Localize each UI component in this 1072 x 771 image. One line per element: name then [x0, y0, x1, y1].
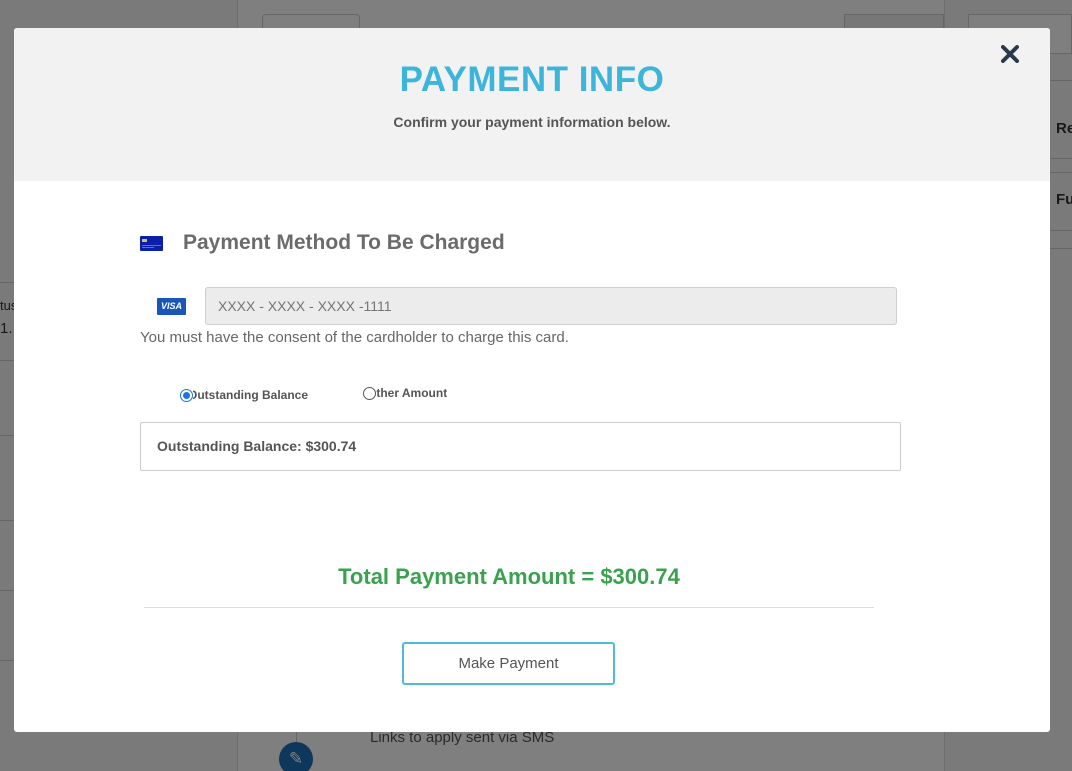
radio-button[interactable] [180, 388, 193, 402]
payment-info-modal: PAYMENT INFO Confirm your payment inform… [14, 28, 1050, 732]
card-number-field[interactable] [205, 287, 897, 325]
modal-title: PAYMENT INFO [399, 60, 665, 99]
make-payment-button[interactable]: Make Payment [402, 642, 615, 685]
divider [144, 607, 874, 608]
radio-label: Outstanding Balance [193, 388, 309, 402]
radio-outstanding-balance[interactable]: Outstanding Balance [180, 388, 308, 402]
radio-other-amount[interactable]: Other Amount [363, 386, 447, 400]
radio-button[interactable] [363, 386, 376, 400]
close-button[interactable] [997, 41, 1023, 67]
credit-card-icon [140, 235, 163, 251]
section-title: Payment Method To Be Charged [183, 231, 505, 254]
modal-header: PAYMENT INFO Confirm your payment inform… [14, 28, 1050, 181]
radio-label: Other Amount [376, 386, 448, 400]
total-payment-amount: Total Payment Amount = $300.74 [338, 564, 680, 589]
close-icon [1001, 45, 1019, 63]
outstanding-balance-display: Outstanding Balance: $300.74 [140, 422, 901, 471]
payment-method-heading: Payment Method To Be Charged [140, 230, 505, 256]
visa-icon: VISA [157, 298, 186, 315]
consent-notice: You must have the consent of the cardhol… [140, 329, 569, 346]
modal-subtitle: Confirm your payment information below. [393, 114, 671, 130]
